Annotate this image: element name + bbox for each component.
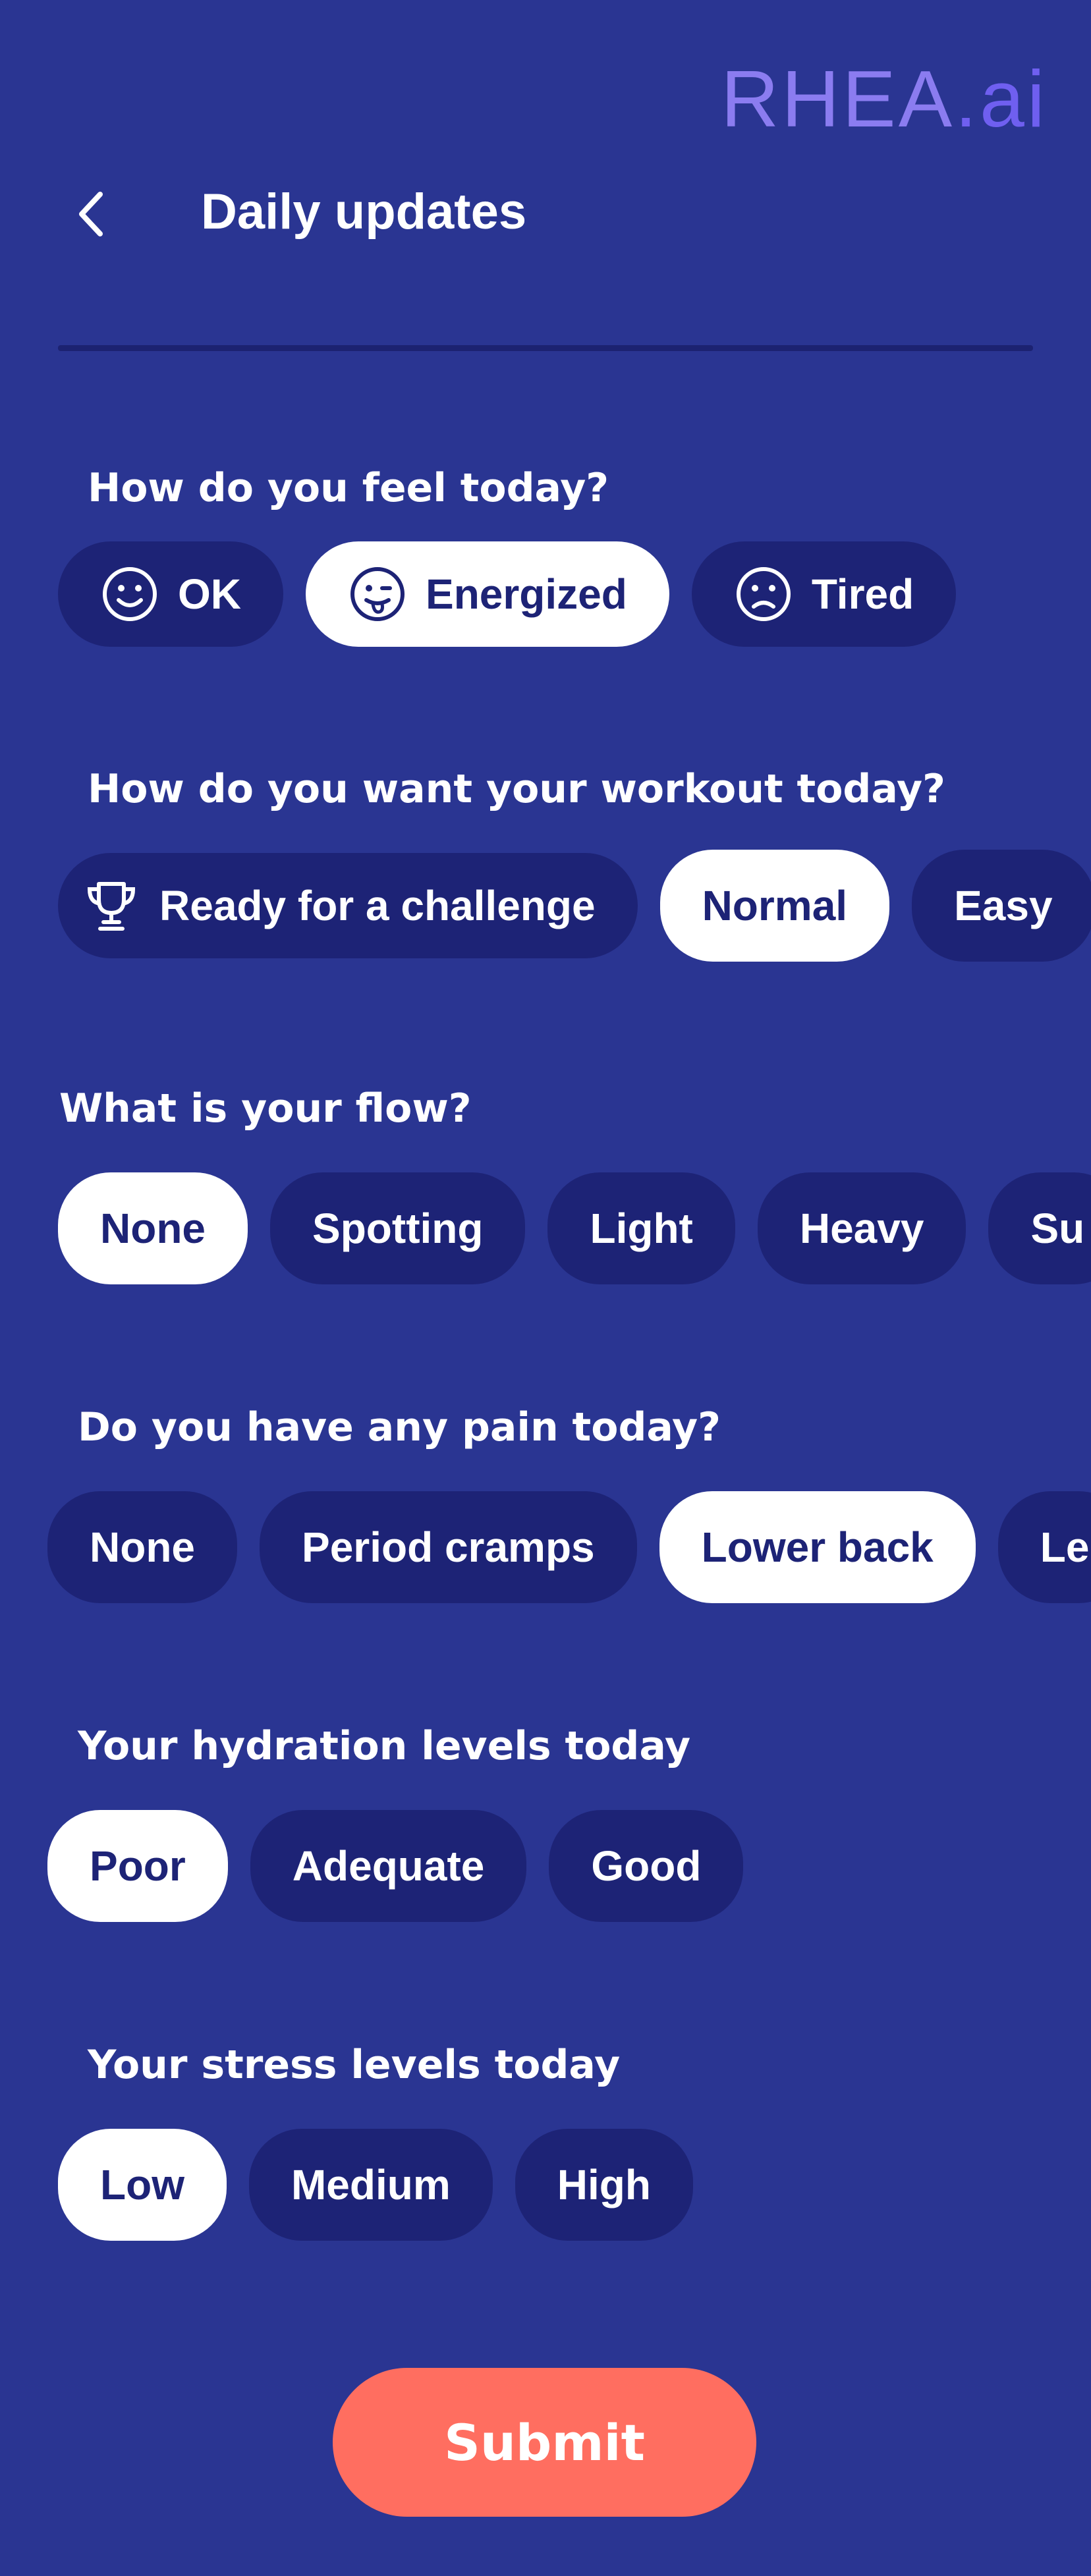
stress-option-label: High	[557, 2161, 651, 2208]
flow-options: None Spotting Light Heavy Su	[58, 1172, 1091, 1284]
flow-option-label: Heavy	[799, 1205, 924, 1252]
hydration-option-adequate[interactable]: Adequate	[250, 1810, 527, 1922]
feel-option-energized[interactable]: Energized	[306, 541, 669, 647]
header-divider	[58, 345, 1033, 351]
feel-option-label: Tired	[811, 570, 914, 618]
pain-option-label: None	[90, 1523, 195, 1571]
stress-option-label: Medium	[291, 2161, 451, 2208]
pain-option-lower-back[interactable]: Lower back	[659, 1491, 976, 1603]
pain-question: Do you have any pain today?	[78, 1404, 721, 1450]
feel-option-ok[interactable]: OK	[58, 541, 283, 647]
back-button[interactable]	[71, 188, 111, 240]
pain-options: None Period cramps Lower back Le	[47, 1491, 1091, 1603]
workout-option-easy[interactable]: Easy	[912, 850, 1091, 962]
flow-option-label: Light	[590, 1205, 693, 1252]
workout-option-label: Ready for a challenge	[159, 882, 596, 929]
hydration-option-label: Poor	[90, 1842, 186, 1890]
logo-ai: .ai	[955, 54, 1048, 144]
flow-option-label: Spotting	[312, 1205, 484, 1252]
chevron-left-icon	[79, 192, 103, 236]
stress-question: Your stress levels today	[88, 2042, 621, 2088]
workout-option-label: Easy	[954, 882, 1053, 929]
hydration-options: Poor Adequate Good	[47, 1810, 744, 1922]
hydration-question: Your hydration levels today	[78, 1723, 691, 1769]
workout-options: Ready for a challenge Normal Easy	[58, 850, 1091, 962]
pain-option-label: Le	[1040, 1523, 1090, 1571]
hydration-option-label: Adequate	[292, 1842, 485, 1890]
tongue-face-icon	[350, 567, 405, 621]
stress-option-low[interactable]: Low	[58, 2129, 227, 2241]
flow-option-none[interactable]: None	[58, 1172, 248, 1284]
pain-option-label: Lower back	[701, 1523, 934, 1571]
workout-option-normal[interactable]: Normal	[659, 850, 890, 962]
stress-options: Low Medium High	[58, 2129, 693, 2241]
feel-option-label: Energized	[426, 570, 627, 618]
flow-question: What is your flow?	[59, 1085, 472, 1132]
flow-option-heavy[interactable]: Heavy	[757, 1172, 966, 1284]
pain-option-none[interactable]: None	[47, 1491, 237, 1603]
flow-option-partial[interactable]: Su	[988, 1172, 1091, 1284]
stress-option-medium[interactable]: Medium	[248, 2129, 493, 2241]
workout-option-label: Normal	[702, 882, 848, 929]
pain-option-period-cramps[interactable]: Period cramps	[260, 1491, 637, 1603]
pain-option-label: Period cramps	[302, 1523, 595, 1571]
stress-option-label: Low	[100, 2161, 184, 2208]
flow-option-spotting[interactable]: Spotting	[270, 1172, 526, 1284]
submit-button[interactable]: Submit	[333, 2368, 756, 2517]
frown-icon	[736, 567, 791, 621]
flow-option-label: None	[100, 1205, 206, 1252]
pain-option-partial[interactable]: Le	[997, 1491, 1091, 1603]
trophy-icon	[87, 882, 136, 931]
feel-option-label: OK	[178, 570, 241, 618]
workout-question: How do you want your workout today?	[88, 766, 945, 812]
flow-option-label: Su	[1030, 1205, 1085, 1252]
flow-option-light[interactable]: Light	[547, 1172, 735, 1284]
stress-option-high[interactable]: High	[515, 2129, 693, 2241]
smile-icon	[103, 567, 157, 621]
feel-option-tired[interactable]: Tired	[691, 541, 957, 647]
hydration-option-good[interactable]: Good	[549, 1810, 744, 1922]
workout-option-challenge[interactable]: Ready for a challenge	[58, 853, 638, 958]
rhea-logo: RHEA.ai	[721, 53, 1048, 145]
feel-question: How do you feel today?	[88, 465, 609, 511]
feel-options: OK Energized Tired	[58, 541, 957, 647]
hydration-option-label: Good	[591, 1842, 702, 1890]
hydration-option-poor[interactable]: Poor	[47, 1810, 228, 1922]
logo-text: RHEA	[721, 54, 955, 144]
page-title: Daily updates	[201, 184, 527, 240]
